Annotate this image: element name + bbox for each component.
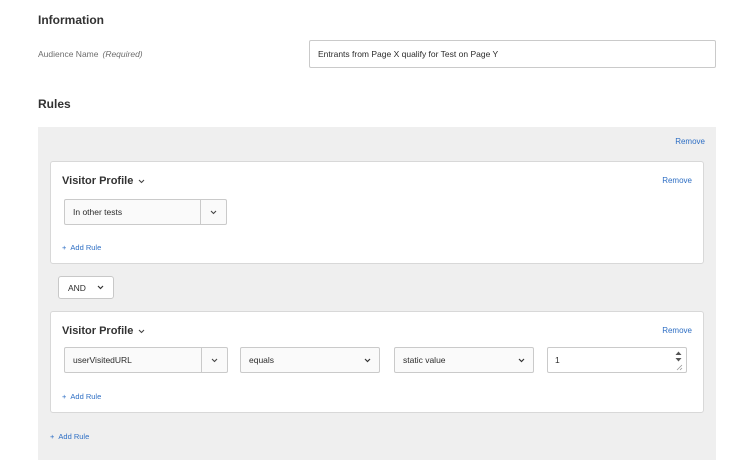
plus-icon: + bbox=[62, 392, 67, 401]
audience-name-label-text: Audience Name bbox=[38, 49, 99, 59]
chevron-down-icon bbox=[355, 348, 379, 372]
card-2-remove-link[interactable]: Remove bbox=[662, 326, 692, 335]
card-2-title-text: Visitor Profile bbox=[62, 325, 134, 337]
card-1-title-text: Visitor Profile bbox=[62, 175, 134, 187]
card-1-attribute-value: In other tests bbox=[73, 207, 123, 217]
chevron-down-icon bbox=[138, 329, 145, 334]
chevron-down-icon bbox=[138, 179, 145, 184]
rule-card-1: Visitor Profile Remove In other tests + A… bbox=[50, 161, 704, 264]
card-2-value-type-dropdown[interactable]: static value bbox=[394, 347, 534, 373]
chevron-down-icon bbox=[509, 348, 533, 372]
card-2-add-rule-link[interactable]: + Add Rule bbox=[62, 392, 101, 401]
card-2-value-text: 1 bbox=[555, 355, 560, 365]
card-1-add-rule-link[interactable]: + Add Rule bbox=[62, 243, 101, 252]
chevron-down-icon bbox=[97, 285, 104, 290]
card-2-value-type-value: static value bbox=[403, 355, 446, 365]
stepper-arrows-icon[interactable] bbox=[672, 348, 684, 372]
plus-icon: + bbox=[50, 432, 55, 441]
card-2-value-input[interactable]: 1 bbox=[547, 347, 687, 373]
card-1-attribute-dropdown[interactable]: In other tests bbox=[64, 199, 227, 225]
audience-name-input[interactable] bbox=[309, 40, 716, 68]
operator-value: AND bbox=[68, 282, 86, 293]
information-heading: Information bbox=[38, 13, 104, 27]
card-2-comparator-value: equals bbox=[249, 355, 275, 365]
card-2-attribute-dropdown[interactable]: userVisitedURL bbox=[64, 347, 228, 373]
rules-add-rule-link[interactable]: + Add Rule bbox=[50, 432, 89, 441]
card-2-comparator-dropdown[interactable]: equals bbox=[240, 347, 380, 373]
card-1-title[interactable]: Visitor Profile bbox=[62, 175, 145, 187]
plus-icon: + bbox=[62, 243, 67, 252]
rule-card-2: Visitor Profile Remove userVisitedURL eq… bbox=[50, 311, 704, 413]
card-2-add-rule-text: Add Rule bbox=[70, 392, 102, 401]
card-1-remove-link[interactable]: Remove bbox=[662, 176, 692, 185]
chevron-down-icon[interactable] bbox=[201, 348, 227, 372]
card-2-attribute-value: userVisitedURL bbox=[73, 355, 132, 365]
rules-remove-link[interactable]: Remove bbox=[675, 137, 705, 146]
operator-select[interactable]: AND bbox=[58, 276, 114, 299]
card-2-title[interactable]: Visitor Profile bbox=[62, 325, 145, 337]
rules-add-rule-text: Add Rule bbox=[58, 432, 90, 441]
card-1-add-rule-text: Add Rule bbox=[70, 243, 102, 252]
audience-name-label: Audience Name (Required) bbox=[38, 49, 143, 59]
rules-heading: Rules bbox=[38, 97, 71, 111]
required-label: (Required) bbox=[102, 49, 143, 59]
rules-panel: Remove Visitor Profile Remove In other t… bbox=[38, 127, 716, 460]
chevron-down-icon[interactable] bbox=[200, 200, 226, 224]
